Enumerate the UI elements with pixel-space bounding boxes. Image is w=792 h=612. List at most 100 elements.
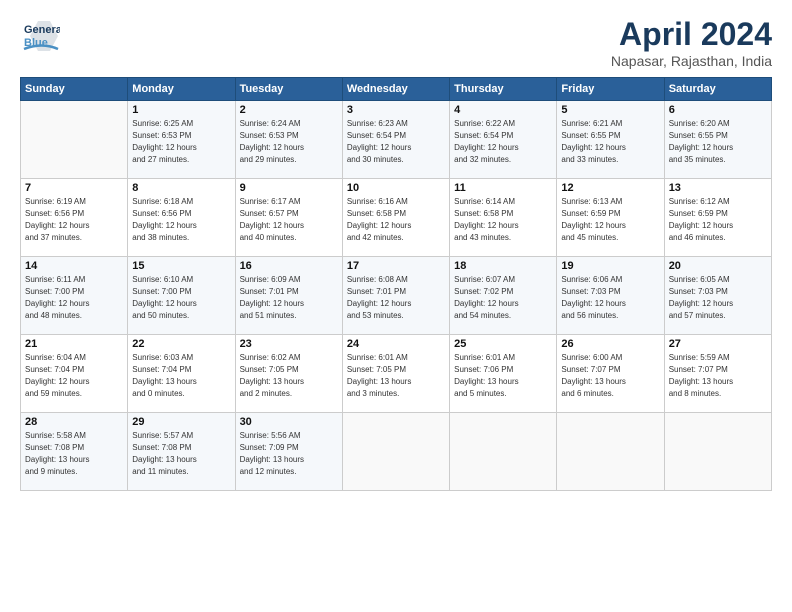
day-cell: 3 Sunrise: 6:23 AM Sunset: 6:54 PM Daylig…: [342, 101, 449, 179]
day-info: Sunrise: 6:23 AM Sunset: 6:54 PM Dayligh…: [347, 118, 445, 166]
day-number: 13: [669, 182, 767, 194]
header-cell-saturday: Saturday: [664, 78, 771, 101]
day-info: Sunrise: 6:05 AM Sunset: 7:03 PM Dayligh…: [669, 274, 767, 322]
day-cell: 11Sunrise: 6:14 AM Sunset: 6:58 PM Dayli…: [450, 179, 557, 257]
day-info: Sunrise: 6:00 AM Sunset: 7:07 PM Dayligh…: [561, 352, 659, 400]
day-number: 25: [454, 338, 552, 350]
svg-text:General: General: [24, 24, 60, 36]
calendar-table: SundayMondayTuesdayWednesdayThursdayFrid…: [20, 77, 772, 491]
day-cell: 9Sunrise: 6:17 AM Sunset: 6:57 PM Daylig…: [235, 179, 342, 257]
logo: General Blue: [20, 16, 60, 56]
logo-icon: General Blue: [20, 16, 60, 56]
day-cell: 28 Sunrise: 5:58 AM Sunset: 7:08 PM Dayli…: [21, 413, 128, 491]
day-cell: [21, 101, 128, 179]
day-info: Sunrise: 6:13 AM Sunset: 6:59 PM Dayligh…: [561, 196, 659, 244]
day-info: Sunrise: 5:57 AM Sunset: 7:08 PM Dayligh…: [132, 430, 230, 478]
day-number: 9: [240, 182, 338, 194]
header-cell-sunday: Sunday: [21, 78, 128, 101]
day-cell: 30 Sunrise: 5:56 AM Sunset: 7:09 PM Dayli…: [235, 413, 342, 491]
day-info: Sunrise: 6:02 AM Sunset: 7:05 PM Dayligh…: [240, 352, 338, 400]
day-cell: 2Sunrise: 6:24 AM Sunset: 6:53 PM Daylig…: [235, 101, 342, 179]
day-cell: 17 Sunrise: 6:08 AM Sunset: 7:01 PM Dayli…: [342, 257, 449, 335]
day-cell: 10Sunrise: 6:16 AM Sunset: 6:58 PM Dayli…: [342, 179, 449, 257]
day-cell: 1Sunrise: 6:25 AM Sunset: 6:53 PM Daylig…: [128, 101, 235, 179]
week-row-3: 14Sunrise: 6:11 AM Sunset: 7:00 PM Dayli…: [21, 257, 772, 335]
week-row-5: 28 Sunrise: 5:58 AM Sunset: 7:08 PM Dayli…: [21, 413, 772, 491]
day-cell: 15Sunrise: 6:10 AM Sunset: 7:00 PM Dayli…: [128, 257, 235, 335]
day-info: Sunrise: 5:58 AM Sunset: 7:08 PM Dayligh…: [25, 430, 123, 478]
day-cell: 29Sunrise: 5:57 AM Sunset: 7:08 PM Dayli…: [128, 413, 235, 491]
day-number: 26: [561, 338, 659, 350]
day-info: Sunrise: 6:21 AM Sunset: 6:55 PM Dayligh…: [561, 118, 659, 166]
day-number: 28: [25, 416, 123, 428]
day-cell: 22 Sunrise: 6:03 AM Sunset: 7:04 PM Dayli…: [128, 335, 235, 413]
day-number: 1: [132, 104, 230, 116]
day-number: 22: [132, 338, 230, 350]
day-number: 5: [561, 104, 659, 116]
day-cell: 5 Sunrise: 6:21 AM Sunset: 6:55 PM Daylig…: [557, 101, 664, 179]
header-cell-wednesday: Wednesday: [342, 78, 449, 101]
day-info: Sunrise: 5:59 AM Sunset: 7:07 PM Dayligh…: [669, 352, 767, 400]
day-number: 27: [669, 338, 767, 350]
month-title: April 2024: [611, 16, 772, 53]
header-cell-tuesday: Tuesday: [235, 78, 342, 101]
day-cell: [557, 413, 664, 491]
day-cell: [450, 413, 557, 491]
day-info: Sunrise: 6:01 AM Sunset: 7:06 PM Dayligh…: [454, 352, 552, 400]
day-info: Sunrise: 6:16 AM Sunset: 6:58 PM Dayligh…: [347, 196, 445, 244]
header-cell-monday: Monday: [128, 78, 235, 101]
header-cell-friday: Friday: [557, 78, 664, 101]
day-cell: [342, 413, 449, 491]
header: General Blue April 2024 Napasar, Rajasth…: [20, 16, 772, 69]
day-number: 24: [347, 338, 445, 350]
day-info: Sunrise: 6:12 AM Sunset: 6:59 PM Dayligh…: [669, 196, 767, 244]
day-number: 30: [240, 416, 338, 428]
day-info: Sunrise: 6:06 AM Sunset: 7:03 PM Dayligh…: [561, 274, 659, 322]
day-number: 14: [25, 260, 123, 272]
day-cell: [664, 413, 771, 491]
title-block: April 2024 Napasar, Rajasthan, India: [611, 16, 772, 69]
week-row-4: 21 Sunrise: 6:04 AM Sunset: 7:04 PM Dayli…: [21, 335, 772, 413]
day-info: Sunrise: 6:04 AM Sunset: 7:04 PM Dayligh…: [25, 352, 123, 400]
day-cell: 18 Sunrise: 6:07 AM Sunset: 7:02 PM Dayli…: [450, 257, 557, 335]
day-cell: 7 Sunrise: 6:19 AM Sunset: 6:56 PM Daylig…: [21, 179, 128, 257]
day-info: Sunrise: 6:19 AM Sunset: 6:56 PM Dayligh…: [25, 196, 123, 244]
day-info: Sunrise: 6:01 AM Sunset: 7:05 PM Dayligh…: [347, 352, 445, 400]
day-info: Sunrise: 6:18 AM Sunset: 6:56 PM Dayligh…: [132, 196, 230, 244]
day-cell: 19 Sunrise: 6:06 AM Sunset: 7:03 PM Dayli…: [557, 257, 664, 335]
day-number: 3: [347, 104, 445, 116]
day-number: 23: [240, 338, 338, 350]
day-number: 12: [561, 182, 659, 194]
day-number: 19: [561, 260, 659, 272]
week-row-2: 7 Sunrise: 6:19 AM Sunset: 6:56 PM Daylig…: [21, 179, 772, 257]
location: Napasar, Rajasthan, India: [611, 53, 772, 69]
day-info: Sunrise: 6:09 AM Sunset: 7:01 PM Dayligh…: [240, 274, 338, 322]
day-number: 16: [240, 260, 338, 272]
week-row-1: 1Sunrise: 6:25 AM Sunset: 6:53 PM Daylig…: [21, 101, 772, 179]
day-info: Sunrise: 6:07 AM Sunset: 7:02 PM Dayligh…: [454, 274, 552, 322]
day-info: Sunrise: 6:10 AM Sunset: 7:00 PM Dayligh…: [132, 274, 230, 322]
day-cell: 25 Sunrise: 6:01 AM Sunset: 7:06 PM Dayli…: [450, 335, 557, 413]
day-cell: 27 Sunrise: 5:59 AM Sunset: 7:07 PM Dayli…: [664, 335, 771, 413]
day-number: 17: [347, 260, 445, 272]
day-number: 18: [454, 260, 552, 272]
logo-container: General Blue: [20, 16, 60, 56]
day-cell: 6Sunrise: 6:20 AM Sunset: 6:55 PM Daylig…: [664, 101, 771, 179]
day-number: 7: [25, 182, 123, 194]
day-number: 11: [454, 182, 552, 194]
day-cell: 12 Sunrise: 6:13 AM Sunset: 6:59 PM Dayli…: [557, 179, 664, 257]
day-number: 6: [669, 104, 767, 116]
day-cell: 20Sunrise: 6:05 AM Sunset: 7:03 PM Dayli…: [664, 257, 771, 335]
day-info: Sunrise: 5:56 AM Sunset: 7:09 PM Dayligh…: [240, 430, 338, 478]
day-cell: 26 Sunrise: 6:00 AM Sunset: 7:07 PM Dayli…: [557, 335, 664, 413]
day-info: Sunrise: 6:03 AM Sunset: 7:04 PM Dayligh…: [132, 352, 230, 400]
page: General Blue April 2024 Napasar, Rajasth…: [0, 0, 792, 612]
day-info: Sunrise: 6:24 AM Sunset: 6:53 PM Dayligh…: [240, 118, 338, 166]
header-row: SundayMondayTuesdayWednesdayThursdayFrid…: [21, 78, 772, 101]
day-info: Sunrise: 6:22 AM Sunset: 6:54 PM Dayligh…: [454, 118, 552, 166]
day-number: 8: [132, 182, 230, 194]
day-cell: 24 Sunrise: 6:01 AM Sunset: 7:05 PM Dayli…: [342, 335, 449, 413]
day-info: Sunrise: 6:08 AM Sunset: 7:01 PM Dayligh…: [347, 274, 445, 322]
day-cell: 4Sunrise: 6:22 AM Sunset: 6:54 PM Daylig…: [450, 101, 557, 179]
day-number: 21: [25, 338, 123, 350]
